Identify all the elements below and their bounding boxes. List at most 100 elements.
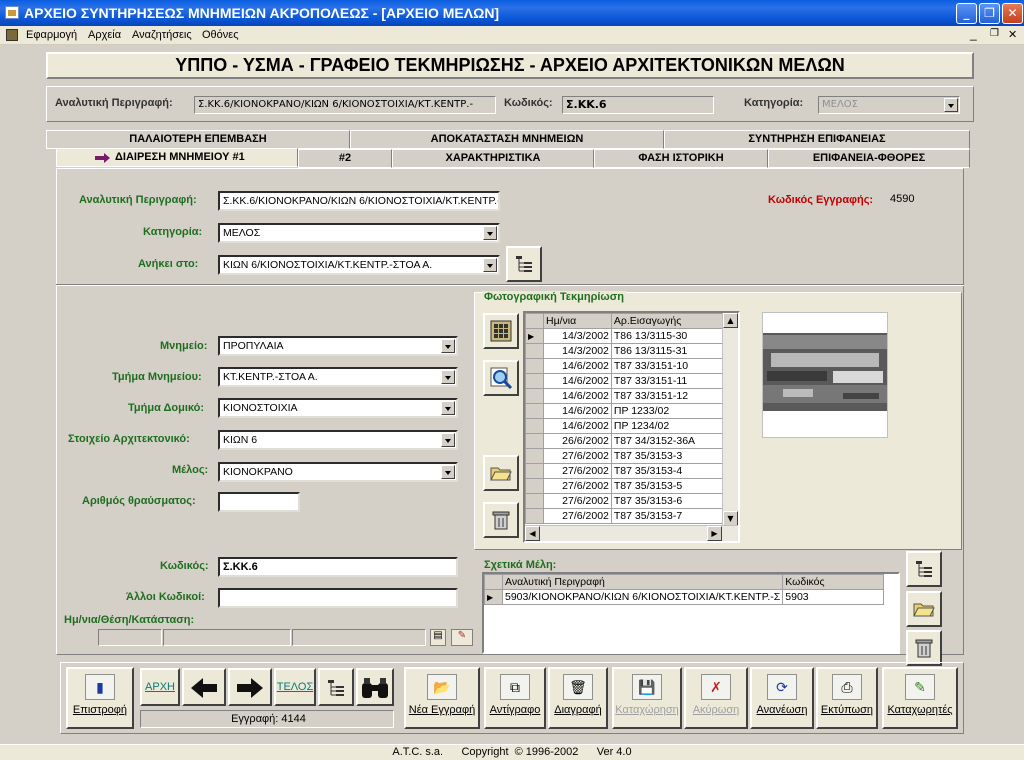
photo-date-cell[interactable]: 14/6/2002: [543, 358, 612, 374]
photo-row[interactable]: 14/6/2002 ΠΡ 1233/02: [525, 403, 726, 419]
photo-row[interactable]: 26/6/2002 T87 34/3152-36A: [525, 433, 726, 449]
photo-date-cell[interactable]: 27/6/2002: [543, 478, 612, 494]
photo-row[interactable]: 14/6/2002 T87 33/3151-10: [525, 358, 726, 374]
row-selector[interactable]: [525, 463, 544, 479]
menu-item-files[interactable]: Αρχεία: [88, 29, 121, 41]
row-selector[interactable]: [525, 388, 544, 404]
struct-part-select[interactable]: ΚΙΟΝΟΣΤΟΙΧΙΑ: [218, 398, 458, 418]
photo-row[interactable]: 14/6/2002 T87 33/3151-12: [525, 388, 726, 404]
photo-date-cell[interactable]: 14/6/2002: [543, 403, 612, 419]
monument-select[interactable]: ΠΡΟΠΥΛΑΙΑ: [218, 336, 458, 356]
last-record-button[interactable]: ΤΕΛΟΣ: [274, 668, 316, 706]
arch-element-select[interactable]: ΚΙΩΝ 6: [218, 430, 458, 450]
tab-monument-division-2[interactable]: #2: [298, 149, 392, 168]
tab-surface-damage[interactable]: ΕΠΙΦΑΝΕΙΑ-ΦΘΟΡΕΣ: [768, 149, 970, 168]
photo-date-cell[interactable]: 26/6/2002: [543, 433, 612, 449]
scroll-left-icon[interactable]: ◀: [525, 526, 540, 541]
related-tree-button[interactable]: [906, 551, 942, 587]
photo-row[interactable]: 27/6/2002 T87 35/3153-6: [525, 493, 726, 509]
row-selector[interactable]: [525, 493, 544, 509]
photo-grid[interactable]: Ημ/νια Αρ.Εισαγωγής ▶ 14/3/2002 T86 13/311…: [523, 311, 740, 543]
tab-monument-division-1[interactable]: ΔΙΑΙΡΕΣΗ ΜΝΗΜΕΙΟΥ #1: [56, 148, 298, 167]
photo-row[interactable]: ▶ 14/3/2002 T86 13/3115-30: [525, 328, 726, 344]
photo-date-cell[interactable]: 14/6/2002: [543, 388, 612, 404]
scroll-right-icon[interactable]: ▶: [707, 526, 722, 541]
belongs-select[interactable]: ΚΙΩΝ 6/ΚΙΟΝΟΣΤΟΙΧΙΑ/ΚΤ.ΚΕΝΤΡ.-ΣΤΟΑ Α.: [218, 255, 500, 275]
photo-entry-cell[interactable]: T87 34/3152-36A: [610, 433, 726, 449]
photo-row[interactable]: 27/6/2002 T87 35/3153-7: [525, 508, 726, 524]
row-selector[interactable]: [525, 373, 544, 389]
row-selector[interactable]: [525, 418, 544, 434]
print-button[interactable]: ⎙ Εκτύπωση: [816, 667, 878, 729]
related-grid[interactable]: Αναλυτική Περιγραφή Κωδικός ▶ 5903/ΚΙΟΝΟΚ…: [482, 572, 900, 654]
scroll-up-icon[interactable]: ▲: [723, 313, 738, 328]
monument-part-select[interactable]: ΚΤ.ΚΕΝΤΡ.-ΣΤΟΑ Α.: [218, 367, 458, 387]
tab-historic-phase[interactable]: ΦΑΣΗ ΙΣΤΟΡΙΚΗ: [594, 149, 768, 168]
photo-date-cell[interactable]: 14/3/2002: [543, 328, 612, 344]
photo-entry-cell[interactable]: ΠΡ 1233/02: [610, 403, 726, 419]
list-icon[interactable]: ▤: [430, 629, 446, 646]
search-button[interactable]: [356, 668, 394, 706]
photo-date-cell[interactable]: 27/6/2002: [543, 508, 612, 524]
menu-item-searches[interactable]: Αναζητήσεις: [132, 29, 192, 41]
child-close-icon[interactable]: ✕: [1008, 28, 1017, 41]
related-open-button[interactable]: [906, 591, 942, 627]
photo-date-cell[interactable]: 14/6/2002: [543, 418, 612, 434]
refresh-button[interactable]: ⟳ Ανανέωση: [750, 667, 814, 729]
other-codes-field[interactable]: [218, 588, 458, 608]
row-selector[interactable]: [525, 403, 544, 419]
photo-entry-cell[interactable]: T86 13/3115-30: [610, 328, 726, 344]
minimize-button[interactable]: _: [956, 3, 977, 24]
chevron-down-icon[interactable]: [441, 339, 455, 353]
photo-entry-cell[interactable]: T87 33/3151-12: [610, 388, 726, 404]
chevron-down-icon[interactable]: [441, 465, 455, 479]
photo-row[interactable]: 14/6/2002 ΠΡ 1234/02: [525, 418, 726, 434]
zoom-button[interactable]: [483, 360, 519, 396]
photo-row[interactable]: 27/6/2002 T87 35/3153-3: [525, 448, 726, 464]
delete-photo-button[interactable]: [483, 502, 519, 538]
related-desc-cell[interactable]: 5903/ΚΙΟΝΟΚΡΑΝΟ/ΚΙΩΝ 6/ΚΙΟΝΟΣΤΟΙΧΙΑ/ΚΤ.Κ…: [501, 589, 784, 605]
row-selector[interactable]: [525, 343, 544, 359]
photo-row[interactable]: 27/6/2002 T87 35/3153-5: [525, 478, 726, 494]
row-selector[interactable]: [525, 433, 544, 449]
tab-older-intervention[interactable]: ΠΑΛΑΙΟΤΕΡΗ ΕΠΕΜΒΑΣΗ: [46, 130, 350, 149]
new-record-button[interactable]: 📂 Νέα Εγγραφή: [404, 667, 480, 729]
tab-monument-restoration[interactable]: ΑΠΟΚΑΤΑΣΤΑΣΗ ΜΝΗΜΕΙΩΝ: [350, 130, 664, 149]
menu-item-screens[interactable]: Οθόνες: [202, 29, 239, 41]
chevron-down-icon[interactable]: [441, 401, 455, 415]
form-category-select[interactable]: ΜΕΛΟΣ: [218, 223, 500, 243]
photo-date-cell[interactable]: 27/6/2002: [543, 463, 612, 479]
photo-grid-hscroll[interactable]: ◀ ▶: [525, 525, 738, 541]
tab-surface-conservation[interactable]: ΣΥΝΤΗΡΗΣΗ ΕΠΙΦΑΝΕΙΑΣ: [664, 130, 970, 149]
photo-row[interactable]: 14/3/2002 T86 13/3115-31: [525, 343, 726, 359]
fragment-field[interactable]: [218, 492, 300, 512]
next-record-button[interactable]: [228, 668, 272, 706]
chevron-down-icon[interactable]: [483, 226, 497, 240]
back-button[interactable]: ▮ Επιστροφή: [66, 667, 134, 729]
code-field[interactable]: Σ.ΚΚ.6: [218, 557, 458, 577]
child-restore-icon[interactable]: ❐: [990, 28, 999, 39]
photo-entry-cell[interactable]: T87 33/3151-11: [610, 373, 726, 389]
photo-entry-cell[interactable]: T87 35/3153-4: [610, 463, 726, 479]
tree-button[interactable]: [318, 668, 354, 706]
photo-entry-cell[interactable]: T87 35/3153-5: [610, 478, 726, 494]
chevron-down-icon[interactable]: [441, 370, 455, 384]
photo-grid-vscroll[interactable]: ▲ ▼: [722, 313, 738, 527]
related-row[interactable]: ▶ 5903/ΚΙΟΝΟΚΡΑΝΟ/ΚΙΩΝ 6/ΚΙΟΝΟΣΤΟΙΧΙΑ/ΚΤ.…: [484, 589, 884, 605]
form-desc-field[interactable]: Σ.ΚΚ.6/ΚΙΟΝΟΚΡΑΝΟ/ΚΙΩΝ 6/ΚΙΟΝΟΣΤΟΙΧΙΑ/ΚΤ…: [218, 191, 500, 211]
delete-button[interactable]: 🗑 Διαγραφή: [548, 667, 608, 729]
photo-row[interactable]: 14/6/2002 T87 33/3151-11: [525, 373, 726, 389]
row-selector[interactable]: [525, 358, 544, 374]
row-selector[interactable]: [525, 448, 544, 464]
photo-row[interactable]: 27/6/2002 T87 35/3153-4: [525, 463, 726, 479]
photo-entry-cell[interactable]: T87 35/3153-7: [610, 508, 726, 524]
save-button[interactable]: 💾 Καταχώρηση: [612, 667, 682, 729]
first-record-button[interactable]: ΑΡΧΗ: [140, 668, 180, 706]
open-photo-button[interactable]: [483, 455, 519, 491]
maximize-button[interactable]: ❐: [979, 3, 1000, 24]
photo-entry-cell[interactable]: ΠΡ 1234/02: [610, 418, 726, 434]
previous-record-button[interactable]: [182, 668, 226, 706]
menu-item-application[interactable]: Εφαρμογή: [26, 29, 77, 41]
chevron-down-icon[interactable]: [441, 433, 455, 447]
photo-entry-cell[interactable]: T87 33/3151-10: [610, 358, 726, 374]
